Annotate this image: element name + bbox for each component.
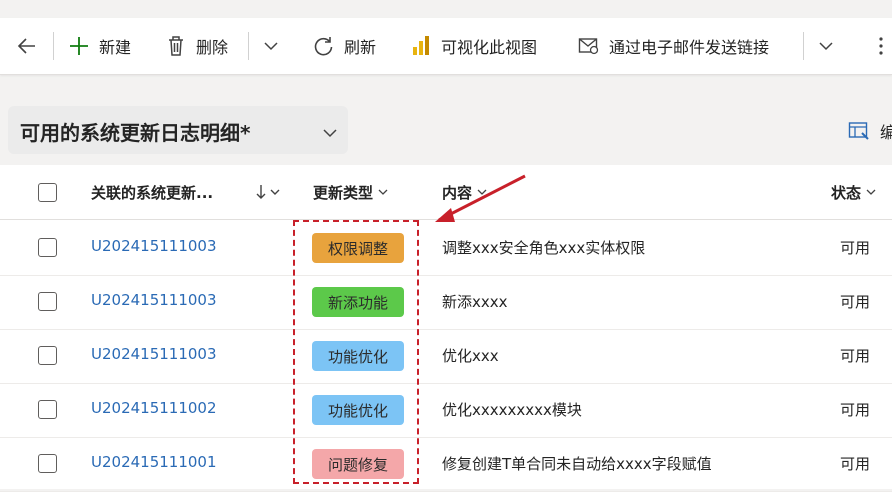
table-row[interactable]: U202415111001 问题修复 修复创建T单合同未自动给xxxx字段赋值 … <box>0 437 892 492</box>
back-button[interactable] <box>16 18 38 74</box>
row-record-link[interactable]: U202415111003 <box>91 345 217 363</box>
more-button[interactable] <box>878 18 884 74</box>
column-header-label: 状态 <box>831 183 862 202</box>
edit-columns-button[interactable]: 编 <box>848 119 892 143</box>
chevron-down-icon <box>866 189 876 195</box>
new-label: 新建 <box>99 38 132 57</box>
row-content: 新添xxxx <box>442 293 508 311</box>
toolbar-divider <box>53 32 54 60</box>
trash-icon <box>169 36 183 56</box>
delete-label: 删除 <box>196 38 229 57</box>
email-options-dropdown[interactable] <box>817 18 835 74</box>
highlight-box <box>293 220 419 484</box>
row-content: 优化xxxxxxxxx模块 <box>442 401 582 419</box>
view-title: 可用的系统更新日志明细* <box>20 121 251 145</box>
plus-icon <box>70 37 88 55</box>
chevron-down-icon <box>264 42 278 51</box>
visualize-view-button[interactable]: 可视化此视图 <box>411 18 537 74</box>
new-button[interactable]: 新建 <box>67 18 131 74</box>
row-content: 调整xxx安全角色xxx实体权限 <box>442 239 646 257</box>
row-status: 可用 <box>840 347 871 365</box>
row-status: 可用 <box>840 293 871 311</box>
edit-columns-icon <box>848 122 869 140</box>
row-status: 可用 <box>840 455 871 473</box>
more-commands-dropdown[interactable] <box>262 18 280 74</box>
row-content: 优化xxx <box>442 347 499 365</box>
row-checkbox[interactable] <box>38 292 57 311</box>
column-header-label: 关联的系统更新... <box>91 183 214 202</box>
chevron-down-icon <box>378 189 388 195</box>
visualize-label: 可视化此视图 <box>441 38 538 57</box>
sort-control[interactable] <box>254 165 282 219</box>
column-header-label: 更新类型 <box>313 183 374 202</box>
column-header-related[interactable]: 关联的系统更新... <box>91 165 213 219</box>
email-link-button[interactable]: 通过电子邮件发送链接 <box>578 18 769 74</box>
annotation-arrow-icon <box>435 174 526 222</box>
row-checkbox[interactable] <box>38 238 57 257</box>
table-row[interactable]: U202415111003 新添功能 新添xxxx 可用 <box>0 275 892 330</box>
column-header-status[interactable]: 状态 <box>831 165 877 219</box>
chevron-down-icon[interactable] <box>320 123 340 143</box>
row-record-link[interactable]: U202415111001 <box>91 453 217 471</box>
column-header-type[interactable]: 更新类型 <box>313 165 389 219</box>
refresh-button[interactable]: 刷新 <box>313 18 376 74</box>
chevron-down-icon <box>819 42 833 51</box>
table-row[interactable]: U202415111002 功能优化 优化xxxxxxxxx模块 可用 <box>0 383 892 438</box>
bar-chart-icon <box>413 36 429 55</box>
command-bar: 新建 删除 刷新 可视化此视图 通过电子邮件发送链接 <box>0 18 892 75</box>
select-all-checkbox[interactable] <box>38 183 57 202</box>
delete-button[interactable]: 删除 <box>166 18 228 74</box>
row-record-link[interactable]: U202415111003 <box>91 291 217 309</box>
row-checkbox[interactable] <box>38 454 57 473</box>
table-row[interactable]: U202415111003 功能优化 优化xxx 可用 <box>0 329 892 384</box>
row-content: 修复创建T单合同未自动给xxxx字段赋值 <box>442 455 712 473</box>
row-status: 可用 <box>840 401 871 419</box>
email-link-label: 通过电子邮件发送链接 <box>609 38 770 57</box>
refresh-label: 刷新 <box>344 38 377 57</box>
more-icon <box>879 37 883 55</box>
toolbar-divider <box>248 32 249 60</box>
toolbar-divider <box>803 32 804 60</box>
row-checkbox[interactable] <box>38 346 57 365</box>
back-arrow-icon <box>17 38 35 54</box>
edit-columns-label: 编 <box>880 123 892 142</box>
refresh-icon <box>314 37 333 56</box>
row-status: 可用 <box>840 239 871 257</box>
row-record-link[interactable]: U202415111003 <box>91 237 217 255</box>
row-record-link[interactable]: U202415111002 <box>91 399 217 417</box>
row-checkbox[interactable] <box>38 400 57 419</box>
sort-down-icon <box>256 185 280 199</box>
email-link-icon <box>578 38 599 55</box>
